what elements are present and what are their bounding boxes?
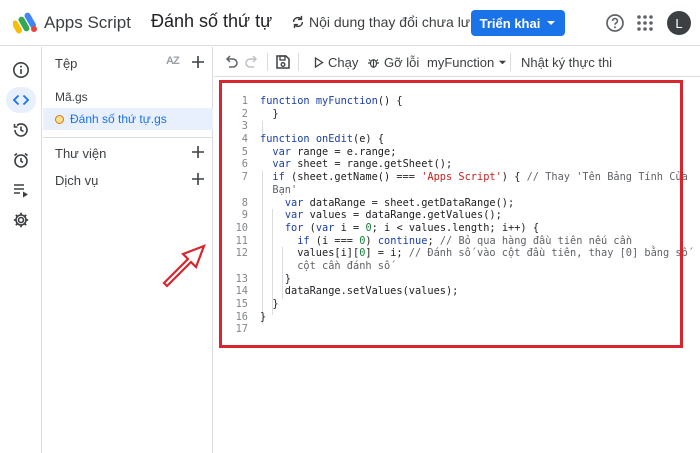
rail-history[interactable] bbox=[6, 117, 36, 143]
rail-triggers[interactable] bbox=[6, 147, 36, 173]
services-label: Dịch vụ bbox=[55, 173, 99, 188]
files-header: Tệp AZ bbox=[43, 47, 213, 77]
debug-icon bbox=[368, 59, 379, 68]
file-name: Đánh số thứ tự.gs bbox=[70, 112, 167, 126]
services-section[interactable]: Dịch vụ bbox=[43, 165, 213, 193]
run-button[interactable]: Chạy bbox=[314, 55, 358, 70]
function-select-value: myFunction bbox=[427, 55, 495, 70]
rail-settings[interactable] bbox=[6, 207, 36, 233]
libraries-section[interactable]: Thư viện bbox=[43, 137, 213, 165]
debug-button[interactable]: Gỡ lỗi bbox=[367, 55, 419, 70]
toolbar-divider bbox=[298, 53, 299, 71]
editor-toolbar: Chạy Gỡ lỗi myFunction Nhật ký thực thi bbox=[214, 47, 700, 77]
arrow-icon bbox=[162, 244, 206, 288]
code-icon bbox=[12, 94, 30, 106]
top-bar: Apps Script Đánh số thứ tự Nội dung thay… bbox=[0, 0, 700, 46]
google-apps-icon[interactable] bbox=[636, 14, 654, 32]
execution-log-button[interactable]: Nhật ký thực thi bbox=[521, 55, 612, 70]
undo-icon[interactable] bbox=[223, 54, 239, 70]
project-title[interactable]: Đánh số thứ tự bbox=[151, 11, 272, 32]
add-file-icon[interactable] bbox=[190, 54, 206, 70]
apps-script-logo-icon[interactable] bbox=[13, 11, 39, 35]
deploy-label: Triển khai bbox=[479, 15, 541, 31]
toolbar-divider bbox=[510, 53, 511, 71]
add-library-icon[interactable] bbox=[190, 144, 206, 160]
help-icon[interactable] bbox=[605, 13, 625, 33]
libraries-label: Thư viện bbox=[55, 146, 107, 161]
avatar[interactable]: L bbox=[667, 11, 691, 35]
chevron-down-icon bbox=[499, 60, 507, 65]
play-icon bbox=[314, 57, 324, 68]
executions-icon bbox=[14, 184, 28, 198]
save-status-text: Nội dung thay đổi chưa lưu bbox=[309, 14, 478, 30]
add-service-icon[interactable] bbox=[190, 171, 206, 187]
app-title[interactable]: Apps Script bbox=[44, 13, 131, 33]
settings-icon bbox=[13, 212, 29, 228]
save-status: Nội dung thay đổi chưa lưu bbox=[291, 14, 478, 30]
deploy-button[interactable]: Triển khai bbox=[471, 10, 565, 36]
run-label: Chạy bbox=[328, 55, 359, 70]
file-item-danh-so[interactable]: Đánh số thứ tự.gs bbox=[43, 108, 213, 130]
redo-icon[interactable] bbox=[244, 54, 260, 70]
toolbar-divider bbox=[267, 53, 268, 71]
function-select[interactable]: myFunction bbox=[427, 55, 507, 70]
rail-executions[interactable] bbox=[6, 177, 36, 203]
file-name: Mã.gs bbox=[55, 90, 88, 104]
history-icon bbox=[13, 123, 28, 137]
sort-az-icon[interactable]: AZ bbox=[166, 55, 180, 67]
execution-log-label: Nhật ký thực thi bbox=[521, 55, 613, 70]
sync-icon bbox=[292, 15, 304, 29]
highlight-box bbox=[219, 80, 683, 348]
debug-label: Gỡ lỗi bbox=[384, 55, 420, 70]
save-icon[interactable] bbox=[275, 54, 291, 70]
file-item-ma[interactable]: Mã.gs bbox=[43, 86, 213, 108]
chevron-down-icon bbox=[547, 21, 556, 25]
files-title: Tệp bbox=[55, 56, 78, 71]
rail-overview[interactable] bbox=[6, 57, 36, 83]
clock-icon bbox=[14, 152, 28, 168]
info-icon bbox=[13, 62, 29, 78]
left-rail bbox=[0, 47, 42, 453]
unsaved-dot-icon bbox=[55, 114, 64, 124]
rail-editor[interactable] bbox=[6, 87, 36, 113]
